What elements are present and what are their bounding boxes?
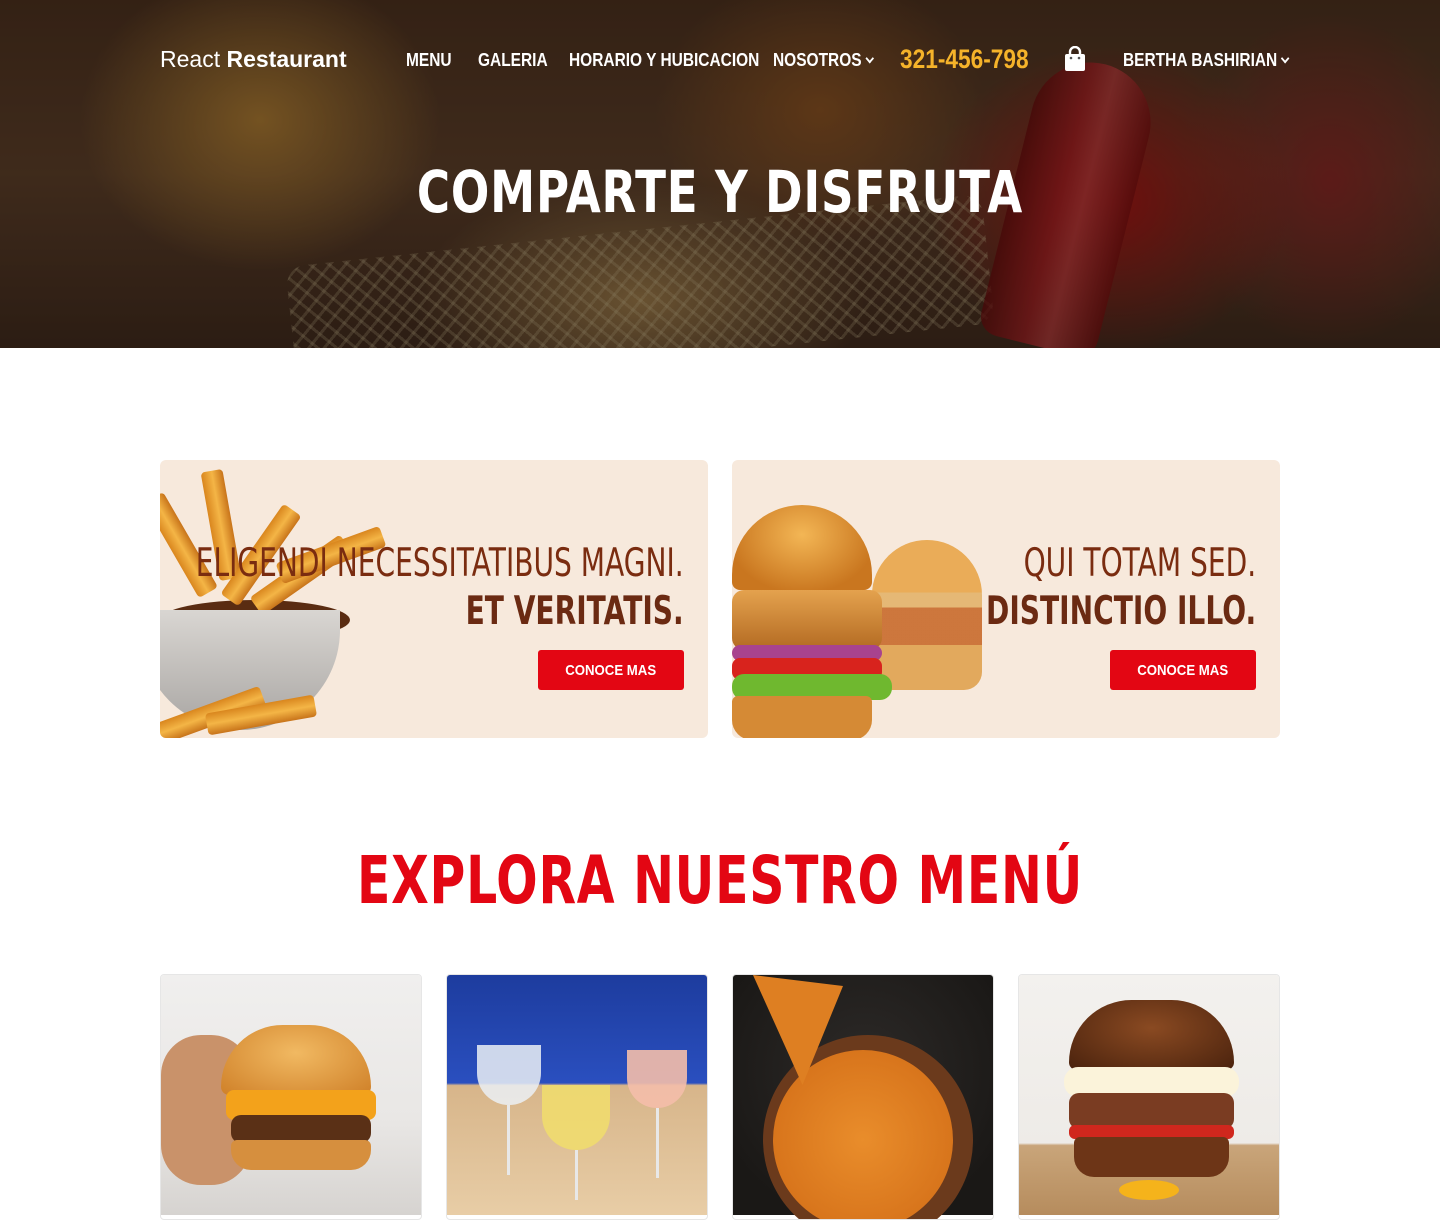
bun-bottom-shape <box>1074 1137 1229 1177</box>
glass-shape <box>542 1085 610 1150</box>
nav-item-horario[interactable]: HORARIO Y HUBICACION <box>569 50 759 72</box>
promo-card-burger: QUI TOTAM SED. DISTINCTIO ILLO. CONOCE M… <box>732 460 1280 738</box>
patty-shape <box>231 1115 371 1143</box>
chevron-down-icon <box>1281 53 1290 64</box>
glass-shape <box>477 1045 541 1105</box>
bun-shape <box>1069 1000 1234 1070</box>
glass-stem <box>656 1108 659 1178</box>
nav-item-galeria[interactable]: GALERIA <box>478 50 548 72</box>
brand-light-text: React <box>160 46 221 72</box>
nav-item-menu[interactable]: MENU <box>406 50 452 72</box>
menu-card-image <box>161 975 421 1215</box>
patty-shape <box>1069 1093 1234 1129</box>
shopping-bag-icon[interactable] <box>1064 45 1086 72</box>
brand-logo[interactable]: React Restaurant <box>160 46 347 73</box>
conoce-mas-label: CONOCE MAS <box>1137 661 1229 679</box>
promo-headline-light: ELIGENDI NECESSITATIBUS MAGNI. <box>196 541 684 586</box>
menu-card[interactable] <box>1018 974 1280 1220</box>
menu-section-title: EXPLORA NUESTRO MENÚ <box>357 842 1083 919</box>
burger-bun-bottom <box>732 696 872 738</box>
menu-card[interactable] <box>446 974 708 1220</box>
user-menu[interactable]: BERTHA BASHIRIAN <box>1123 50 1290 72</box>
phone-number[interactable]: 321-456-798 <box>900 44 1029 75</box>
nav-item-nosotros-label: NOSOTROS <box>773 50 862 70</box>
glass-shape <box>627 1050 687 1108</box>
promo-text: QUI TOTAM SED. DISTINCTIO ILLO. <box>986 540 1256 636</box>
nav-item-nosotros[interactable]: NOSOTROS <box>773 50 875 72</box>
chevron-down-icon <box>865 53 875 64</box>
promo-text: ELIGENDI NECESSITATIBUS MAGNI. ET VERITA… <box>196 540 684 636</box>
menu-card-image <box>733 975 993 1219</box>
glass-stem <box>575 1150 578 1200</box>
conoce-mas-button[interactable]: CONOCE MAS <box>538 650 684 690</box>
promo-headline-bold: DISTINCTIO ILLO. <box>985 589 1256 634</box>
bun-shape <box>221 1025 371 1095</box>
background-burger <box>872 540 982 690</box>
promo-headline-bold: ET VERITATIS. <box>465 589 684 634</box>
conoce-mas-button[interactable]: CONOCE MAS <box>1110 650 1256 690</box>
bun-bottom-shape <box>231 1140 371 1170</box>
top-navigation: React Restaurant MENU GALERIA HORARIO Y … <box>0 0 1440 120</box>
hero-title: COMPARTE Y DISFRUTA <box>416 158 1024 226</box>
yolk-drip <box>1119 1180 1179 1200</box>
menu-card[interactable] <box>160 974 422 1220</box>
burger-patty <box>732 590 882 650</box>
user-name: BERTHA BASHIRIAN <box>1123 50 1278 70</box>
glass-stem <box>507 1105 510 1175</box>
menu-card[interactable] <box>732 974 994 1220</box>
brand-strong-text: Restaurant <box>226 46 347 72</box>
menu-card-image <box>1019 975 1279 1215</box>
conoce-mas-label: CONOCE MAS <box>565 661 657 679</box>
promo-headline-light: QUI TOTAM SED. <box>1023 541 1256 586</box>
burger-bun-top <box>732 505 872 590</box>
menu-card-image <box>447 975 707 1215</box>
promo-card-fries: ELIGENDI NECESSITATIBUS MAGNI. ET VERITA… <box>160 460 708 738</box>
